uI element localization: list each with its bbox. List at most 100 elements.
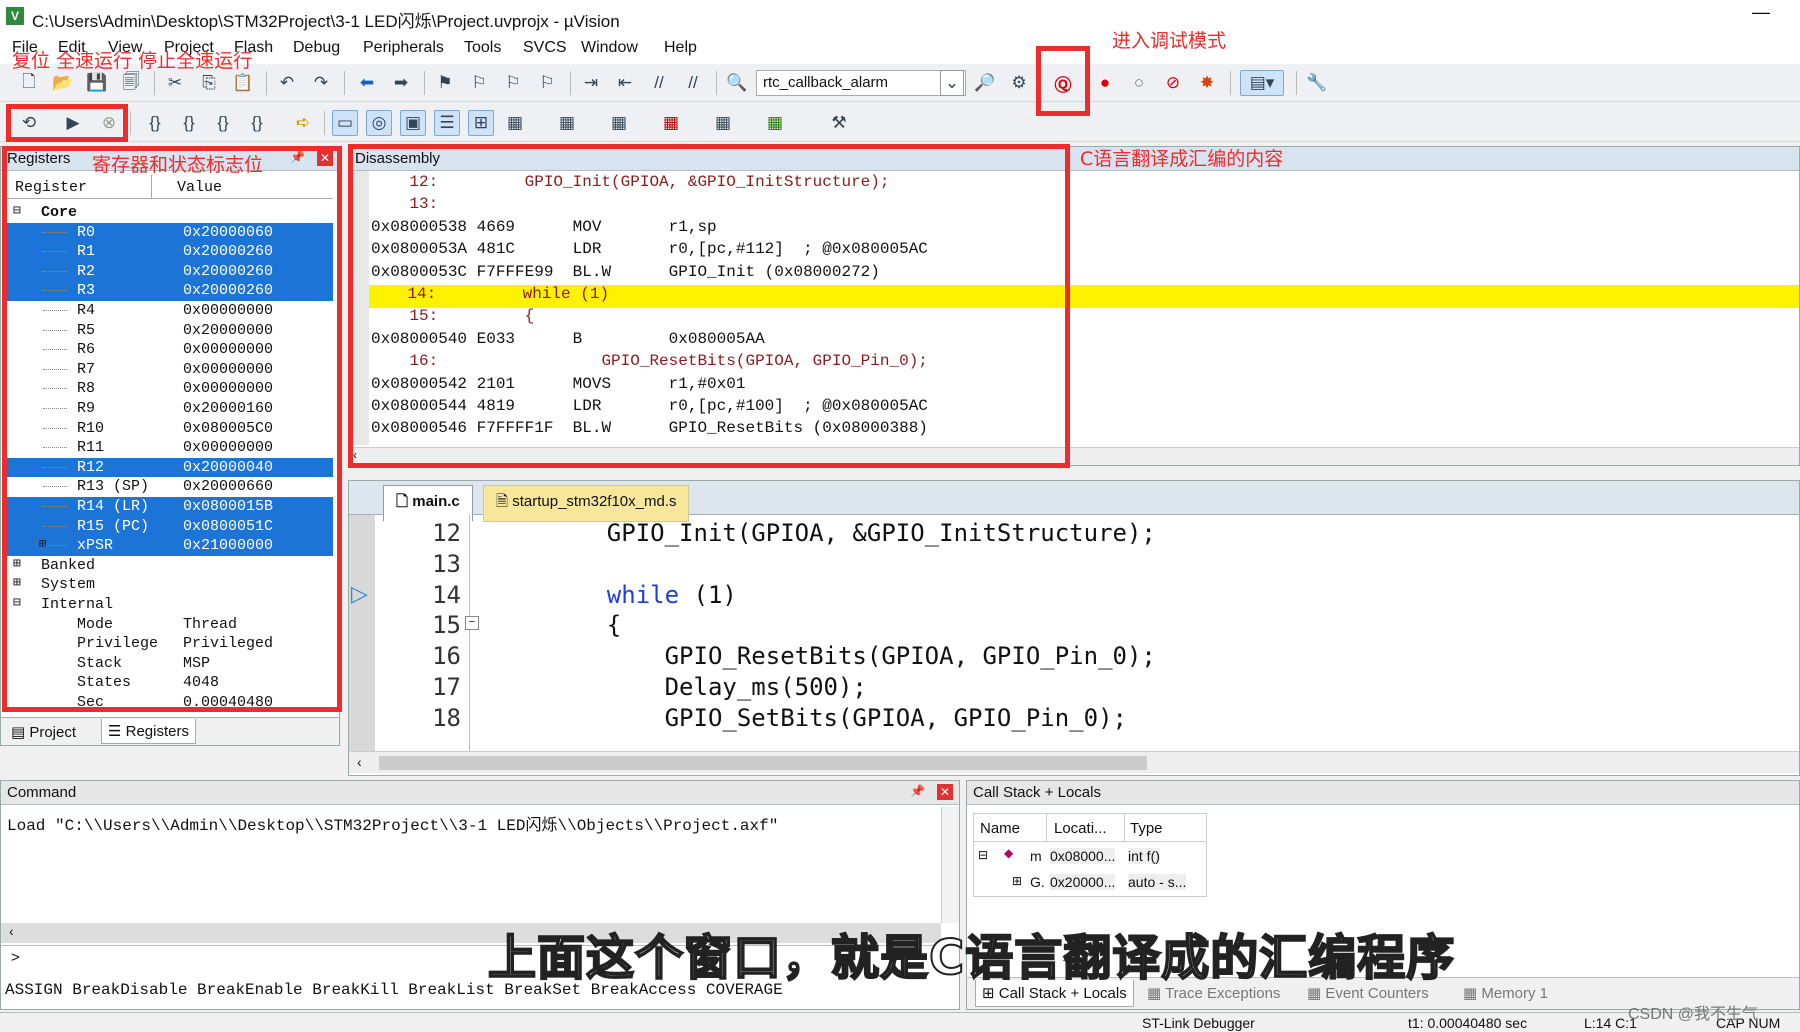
tab-project[interactable]: ▤ Project [11, 723, 76, 741]
disassembly-hscrollbar[interactable]: ‹ [349, 447, 1799, 465]
register-row[interactable]: R4 0x00000000 [7, 301, 333, 321]
register-row[interactable]: R7 0x00000000 [7, 360, 333, 380]
expand-icon[interactable]: ⊞ [39, 536, 46, 551]
source-line[interactable]: 15 { [349, 611, 1799, 642]
save-all-icon[interactable]: 🗐 [118, 70, 144, 96]
serial-window-icon[interactable]: ▦ [606, 110, 632, 136]
register-value[interactable]: 0x0800051C [183, 518, 273, 535]
menu-tools[interactable]: Tools [464, 39, 501, 57]
source-line[interactable]: 14 while (1) [349, 581, 1799, 612]
stop-icon[interactable]: ⊗ [96, 110, 122, 136]
run-to-cursor-icon[interactable]: {} [244, 110, 270, 136]
debug-session-icon[interactable]: Ⓠ [1050, 70, 1076, 96]
register-value[interactable]: 0x00000000 [183, 361, 273, 378]
editor-hscrollbar[interactable]: ‹ [349, 751, 1799, 773]
disassembly-line[interactable]: 0x08000538 4669 MOV r1,sp [371, 218, 717, 241]
internal-row[interactable]: States 4048 [7, 673, 333, 693]
internal-row[interactable]: Privilege Privileged [7, 634, 333, 654]
register-value[interactable]: 0x20000260 [183, 282, 273, 299]
internal-row[interactable]: Mode Thread [7, 615, 333, 635]
trace-window-icon[interactable]: ▦ [710, 110, 736, 136]
register-value[interactable]: 0x20000260 [183, 263, 273, 280]
disassembly-line[interactable]: 13: [371, 195, 438, 218]
register-value[interactable]: 0x21000000 [183, 537, 273, 554]
bookmark-prev-icon[interactable]: ⚐ [466, 70, 492, 96]
memory-window-icon[interactable]: ▦ [554, 110, 580, 136]
breakpoint-clear-icon[interactable]: ⊘ [1160, 70, 1186, 96]
tab-memory-1[interactable]: ▦ Memory 1 [1463, 984, 1548, 1002]
collapse-icon[interactable]: ⊟ [13, 203, 21, 218]
register-row[interactable]: xPSR 0x21000000 ⊞ [7, 536, 333, 556]
open-file-icon[interactable]: 📂 [50, 70, 76, 96]
close-icon[interactable]: ✕ [937, 784, 953, 800]
close-icon[interactable]: ✕ [317, 150, 333, 166]
redo-icon[interactable]: ↷ [308, 70, 334, 96]
disassembly-line[interactable]: 0x0800053A 481C LDR r0,[pc,#112] ; @0x08… [371, 240, 928, 263]
pin-icon[interactable]: 📌 [290, 150, 305, 164]
source-line[interactable]: 17 Delay_ms(500); [349, 673, 1799, 704]
internal-row[interactable]: Stack MSP [7, 654, 333, 674]
disassembly-line[interactable]: 16: GPIO_ResetBits(GPIOA, GPIO_Pin_0); [371, 352, 927, 375]
menu-window[interactable]: Window [581, 39, 638, 57]
disassembly-line[interactable]: 14: while (1) [369, 285, 1799, 308]
find-icon[interactable]: 🔎 [972, 70, 998, 96]
analysis-window-icon[interactable]: ▦ [658, 110, 684, 136]
register-value[interactable]: 0x20000040 [183, 459, 273, 476]
kill-all-breakpoints-icon[interactable]: ✸ [1194, 70, 1220, 96]
register-row[interactable]: R11 0x00000000 [7, 438, 333, 458]
command-vscrollbar[interactable] [941, 807, 959, 923]
scroll-left-icon[interactable]: ‹ [353, 448, 357, 462]
unindent-icon[interactable]: ⇤ [612, 70, 638, 96]
register-row[interactable]: R3 0x20000260 [7, 281, 333, 301]
register-row[interactable]: R1 0x20000260 [7, 242, 333, 262]
target-combo[interactable]: rtc_callback_alarm [756, 70, 966, 96]
disassembly-line[interactable]: 0x08000546 F7FFFF1F BL.W GPIO_ResetBits … [371, 419, 928, 442]
tree-node-core[interactable]: ⊟ Core [7, 203, 333, 223]
nav-back-icon[interactable]: ⬅ [354, 70, 380, 96]
run-icon[interactable]: ▶ [60, 110, 86, 136]
collapse-icon[interactable]: ⊟ [978, 848, 988, 862]
register-value[interactable]: 0x080005C0 [183, 420, 273, 437]
step-out-icon[interactable]: {} [210, 110, 236, 136]
tab-main-c[interactable]: 🗋 main.c [383, 485, 473, 521]
table-row[interactable]: ⊞ G. 0x20000... auto - s... [974, 870, 1206, 896]
register-value[interactable]: 0x00000000 [183, 439, 273, 456]
watch-window-icon[interactable]: ▦ [502, 110, 528, 136]
source-line[interactable]: 13 [349, 550, 1799, 581]
disassembly-code[interactable]: 12: GPIO_Init(GPIOA, &GPIO_InitStructure… [349, 171, 1799, 445]
register-value[interactable]: 0x00000000 [183, 341, 273, 358]
disassembly-line[interactable]: 0x0800053C F7FFFE99 BL.W GPIO_Init (0x08… [371, 263, 880, 286]
system-viewer-icon[interactable]: ▦ [762, 110, 788, 136]
menu-debug[interactable]: Debug [293, 39, 340, 57]
tab-startup-file[interactable]: 🗎 startup_stm32f10x_md.s [483, 485, 690, 522]
step-over-icon[interactable]: {} [176, 110, 202, 136]
disassembly-line[interactable]: 15: { [371, 307, 534, 330]
bookmark-clear-icon[interactable]: ⚐ [534, 70, 560, 96]
expand-icon[interactable]: ⊞ [1012, 874, 1022, 888]
register-row[interactable]: R5 0x20000000 [7, 321, 333, 341]
chevron-down-icon[interactable]: ⌄ [940, 70, 964, 96]
comment-icon[interactable]: // [646, 70, 672, 96]
minimize-button[interactable]: — [1752, 2, 1770, 23]
symbols-window-icon[interactable]: ▣ [400, 110, 426, 136]
uncomment-icon[interactable]: // [680, 70, 706, 96]
source-line[interactable]: 18 GPIO_SetBits(GPIOA, GPIO_Pin_0); [349, 704, 1799, 735]
breakpoint-icon[interactable]: ● [1092, 70, 1118, 96]
menu-peripherals[interactable]: Peripherals [363, 39, 444, 57]
disassembly-line[interactable]: 12: GPIO_Init(GPIOA, &GPIO_InitStructure… [371, 173, 889, 196]
paste-icon[interactable]: 📋 [230, 70, 256, 96]
bookmark-next-icon[interactable]: ⚐ [500, 70, 526, 96]
config-wizard-icon[interactable]: ⚙ [1006, 70, 1032, 96]
show-next-statement-icon[interactable]: ➪ [290, 110, 316, 136]
pin-icon[interactable]: 📌 [910, 784, 925, 798]
register-value[interactable]: 0x0800015B [183, 498, 273, 515]
disassembly-window-icon[interactable]: ◎ [366, 110, 392, 136]
table-row[interactable]: ⊟ ◆ m 0x08000... int f() [974, 844, 1206, 870]
register-row[interactable]: R10 0x080005C0 [7, 419, 333, 439]
indent-icon[interactable]: ⇥ [578, 70, 604, 96]
toolbox-icon[interactable]: ⚒ [826, 110, 852, 136]
source-code[interactable]: 12 GPIO_Init(GPIOA, &GPIO_InitStructure)… [349, 519, 1799, 751]
register-row[interactable]: R2 0x20000260 [7, 261, 333, 282]
find-in-files-icon[interactable]: 🔍 [724, 70, 750, 96]
register-row[interactable]: R15 (PC) 0x0800051C [7, 516, 333, 537]
